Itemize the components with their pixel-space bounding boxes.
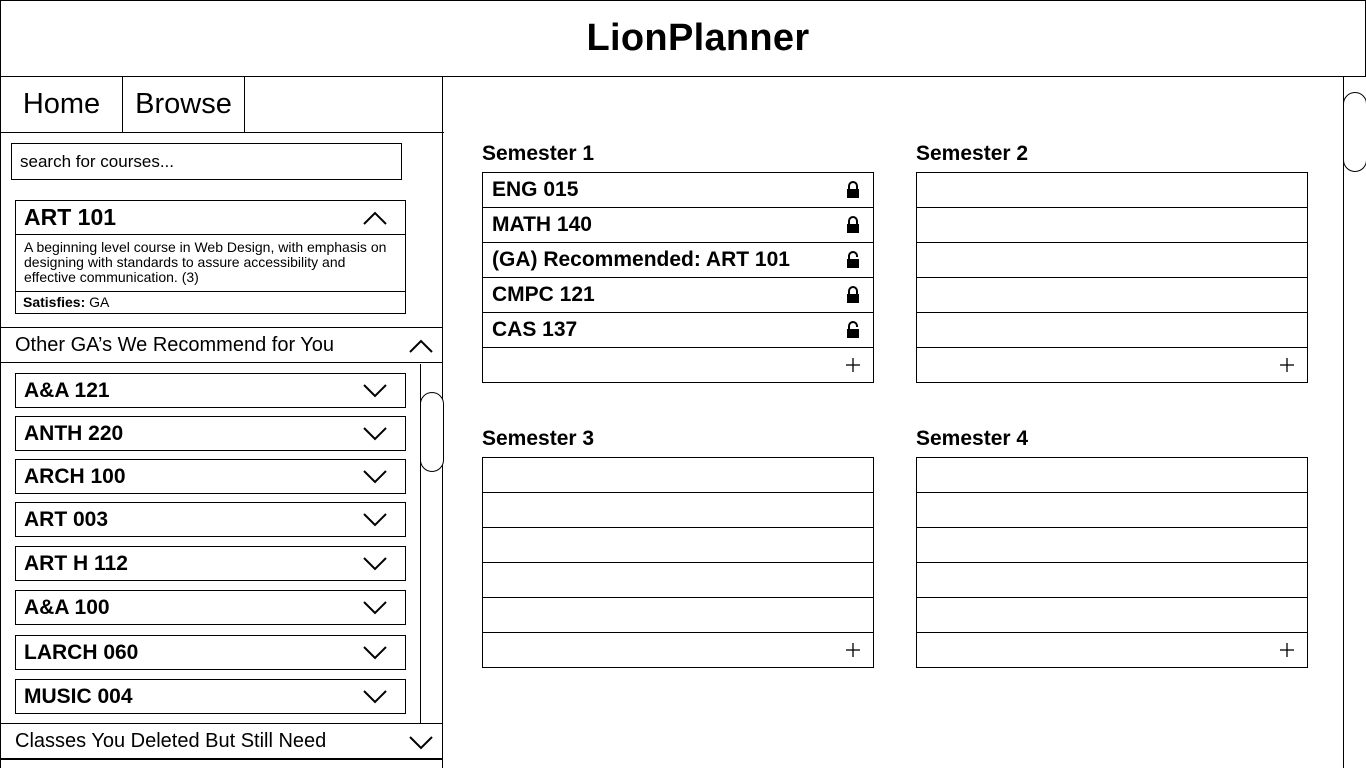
course-slot[interactable]: (GA) Recommended: ART 101 xyxy=(483,243,873,278)
semester-course-list xyxy=(916,172,1308,383)
semester-title: Semester 3 xyxy=(482,427,595,450)
app-title: LionPlanner xyxy=(586,17,810,59)
chevron-down-icon[interactable] xyxy=(363,427,387,441)
tab-home[interactable]: Home xyxy=(1,76,123,132)
sidebar: Home Browse search for courses... ART 10… xyxy=(0,76,444,768)
tab-bar: Home Browse xyxy=(1,76,444,133)
semester-course-list xyxy=(482,457,874,668)
unlock-icon[interactable] xyxy=(846,321,860,339)
selected-course-card: ART 101 A beginning level course in Web … xyxy=(15,200,406,314)
course-slot[interactable] xyxy=(917,173,1307,208)
chevron-down-icon[interactable] xyxy=(363,513,387,527)
course-slot[interactable] xyxy=(917,243,1307,278)
recommend-scroll-thumb[interactable] xyxy=(420,392,444,472)
list-item[interactable]: ARCH 100 xyxy=(15,459,406,494)
plus-icon[interactable] xyxy=(1279,642,1295,658)
semester-title: Semester 4 xyxy=(916,427,1029,450)
list-item[interactable]: ART H 112 xyxy=(15,546,406,581)
course-code: A&A 100 xyxy=(24,595,110,619)
semester-title: Semester 1 xyxy=(482,142,595,165)
course-code: MUSIC 004 xyxy=(24,684,133,708)
course-slot[interactable] xyxy=(917,278,1307,313)
plus-icon[interactable] xyxy=(1279,357,1295,373)
recommend-list: A&A 121 ANTH 220 ARCH 100 ART 003 ART H … xyxy=(1,363,442,723)
course-code: ART H 112 xyxy=(24,551,128,575)
chevron-up-icon[interactable] xyxy=(409,339,433,353)
course-slot[interactable] xyxy=(483,528,873,563)
page-scroll-thumb[interactable] xyxy=(1343,92,1366,172)
list-item[interactable]: A&A 100 xyxy=(15,590,406,625)
deleted-section-header[interactable]: Classes You Deleted But Still Need xyxy=(1,723,442,759)
add-course-row[interactable] xyxy=(483,348,873,383)
unlock-icon[interactable] xyxy=(846,251,860,269)
course-slot[interactable]: CAS 137 xyxy=(483,313,873,348)
course-slot[interactable] xyxy=(483,563,873,598)
course-slot[interactable] xyxy=(483,598,873,633)
semester-title: Semester 2 xyxy=(916,142,1029,165)
recommend-heading: Other GA’s We Recommend for You xyxy=(15,333,335,356)
chevron-down-icon[interactable] xyxy=(363,557,387,571)
course-slot[interactable]: CMPC 121 xyxy=(483,278,873,313)
satisfies-line: Satisfies: GA xyxy=(16,292,405,310)
plus-icon[interactable] xyxy=(845,357,861,373)
satisfies-value: GA xyxy=(85,294,110,310)
page-scroll-track[interactable] xyxy=(1343,76,1344,768)
course-code: LARCH 060 xyxy=(24,640,139,664)
satisfies-label: Satisfies: xyxy=(23,294,86,310)
course-slot[interactable] xyxy=(483,493,873,528)
deleted-heading: Classes You Deleted But Still Need xyxy=(15,729,327,752)
course-code: ARCH 100 xyxy=(24,464,126,488)
course-slot[interactable] xyxy=(917,208,1307,243)
chevron-down-icon[interactable] xyxy=(363,646,387,660)
course-code: A&A 121 xyxy=(24,378,110,402)
tab-browse[interactable]: Browse xyxy=(123,76,245,132)
list-item[interactable]: MUSIC 004 xyxy=(15,679,406,714)
list-item[interactable]: ART 003 xyxy=(15,502,406,537)
semester-course-list: ENG 015 MATH 140 (GA) Recommended: ART 1… xyxy=(482,172,874,383)
course-slot[interactable]: ENG 015 xyxy=(483,173,873,208)
chevron-down-icon[interactable] xyxy=(363,384,387,398)
recommend-section-header[interactable]: Other GA’s We Recommend for You xyxy=(1,327,442,363)
selected-course-header[interactable]: ART 101 xyxy=(16,201,405,235)
list-item[interactable]: ANTH 220 xyxy=(15,416,406,451)
lock-icon[interactable] xyxy=(846,181,860,199)
chevron-down-icon[interactable] xyxy=(363,470,387,484)
list-item[interactable]: LARCH 060 xyxy=(15,635,406,670)
course-slot[interactable] xyxy=(917,528,1307,563)
chevron-down-icon[interactable] xyxy=(409,736,433,750)
course-slot[interactable] xyxy=(483,458,873,493)
lock-icon[interactable] xyxy=(846,216,860,234)
selected-course-description: A beginning level course in Web Design, … xyxy=(16,235,405,292)
course-slot[interactable] xyxy=(917,313,1307,348)
sidebar-bottom-divider xyxy=(0,759,443,760)
course-label: ENG 015 xyxy=(492,178,579,201)
app-header: LionPlanner xyxy=(0,0,1366,77)
chevron-down-icon[interactable] xyxy=(363,601,387,615)
course-label: MATH 140 xyxy=(492,213,592,236)
course-label: (GA) Recommended: ART 101 xyxy=(492,248,790,271)
course-label: CAS 137 xyxy=(492,318,578,341)
semester-planner: Semester 1 ENG 015 MATH 140 (GA) Recomme… xyxy=(443,76,1343,768)
list-item[interactable]: A&A 121 xyxy=(15,373,406,408)
course-slot[interactable] xyxy=(917,563,1307,598)
add-course-row[interactable] xyxy=(917,348,1307,383)
course-slot[interactable] xyxy=(917,598,1307,633)
semester-course-list xyxy=(916,457,1308,668)
plus-icon[interactable] xyxy=(845,642,861,658)
chevron-up-icon[interactable] xyxy=(363,211,387,225)
search-input[interactable]: search for courses... xyxy=(11,143,402,180)
course-code: ANTH 220 xyxy=(24,421,124,445)
chevron-down-icon[interactable] xyxy=(363,690,387,704)
add-course-row[interactable] xyxy=(483,633,873,668)
lock-icon[interactable] xyxy=(846,286,860,304)
course-slot[interactable]: MATH 140 xyxy=(483,208,873,243)
selected-course-code: ART 101 xyxy=(24,204,117,230)
course-label: CMPC 121 xyxy=(492,283,595,306)
course-slot[interactable] xyxy=(917,458,1307,493)
course-slot[interactable] xyxy=(917,493,1307,528)
course-code: ART 003 xyxy=(24,507,109,531)
add-course-row[interactable] xyxy=(917,633,1307,668)
